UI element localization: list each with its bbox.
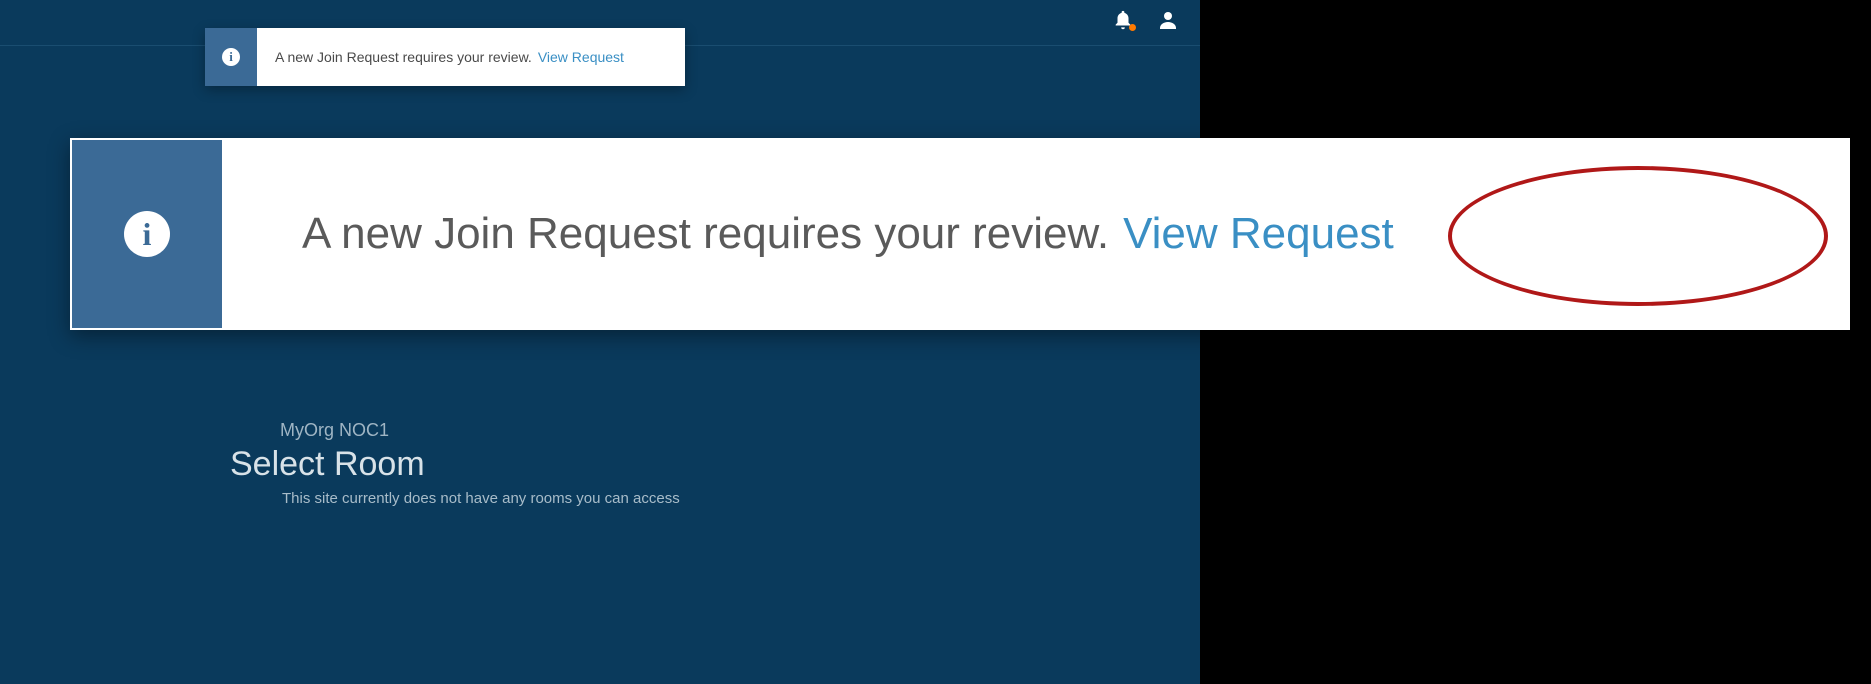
notification-banner: i A new Join Request requires your revie… bbox=[205, 28, 685, 86]
banner-text-zoom: A new Join Request requires your review. bbox=[302, 209, 1109, 259]
main-content: MyOrg NOC1 Select Room This site current… bbox=[230, 420, 680, 507]
annotation-highlight-ellipse bbox=[1448, 166, 1828, 306]
banner-message: A new Join Request requires your review.… bbox=[257, 28, 685, 86]
notifications-button[interactable] bbox=[1112, 8, 1134, 32]
banner-text: A new Join Request requires your review. bbox=[275, 49, 532, 65]
banner-icon-strip: i bbox=[205, 28, 257, 86]
view-request-link[interactable]: View Request bbox=[538, 49, 624, 65]
user-menu-button[interactable] bbox=[1156, 8, 1180, 32]
notification-banner-zoom: i A new Join Request requires your revie… bbox=[70, 138, 1850, 330]
app-window: MyOrg NOC1 Select Room This site current… bbox=[0, 0, 1200, 684]
org-site-label: MyOrg NOC1 bbox=[280, 420, 680, 441]
view-request-link-zoom[interactable]: View Request bbox=[1123, 209, 1394, 259]
empty-rooms-message: This site currently does not have any ro… bbox=[282, 490, 680, 507]
info-icon: i bbox=[124, 211, 170, 257]
info-icon: i bbox=[222, 48, 240, 66]
page-heading: Select Room bbox=[230, 445, 680, 484]
notification-dot-icon bbox=[1129, 24, 1136, 31]
user-icon bbox=[1156, 8, 1180, 32]
banner-message-zoom: A new Join Request requires your review.… bbox=[222, 140, 1848, 328]
top-bar-icons bbox=[1112, 8, 1180, 32]
banner-icon-strip-zoom: i bbox=[72, 140, 222, 328]
